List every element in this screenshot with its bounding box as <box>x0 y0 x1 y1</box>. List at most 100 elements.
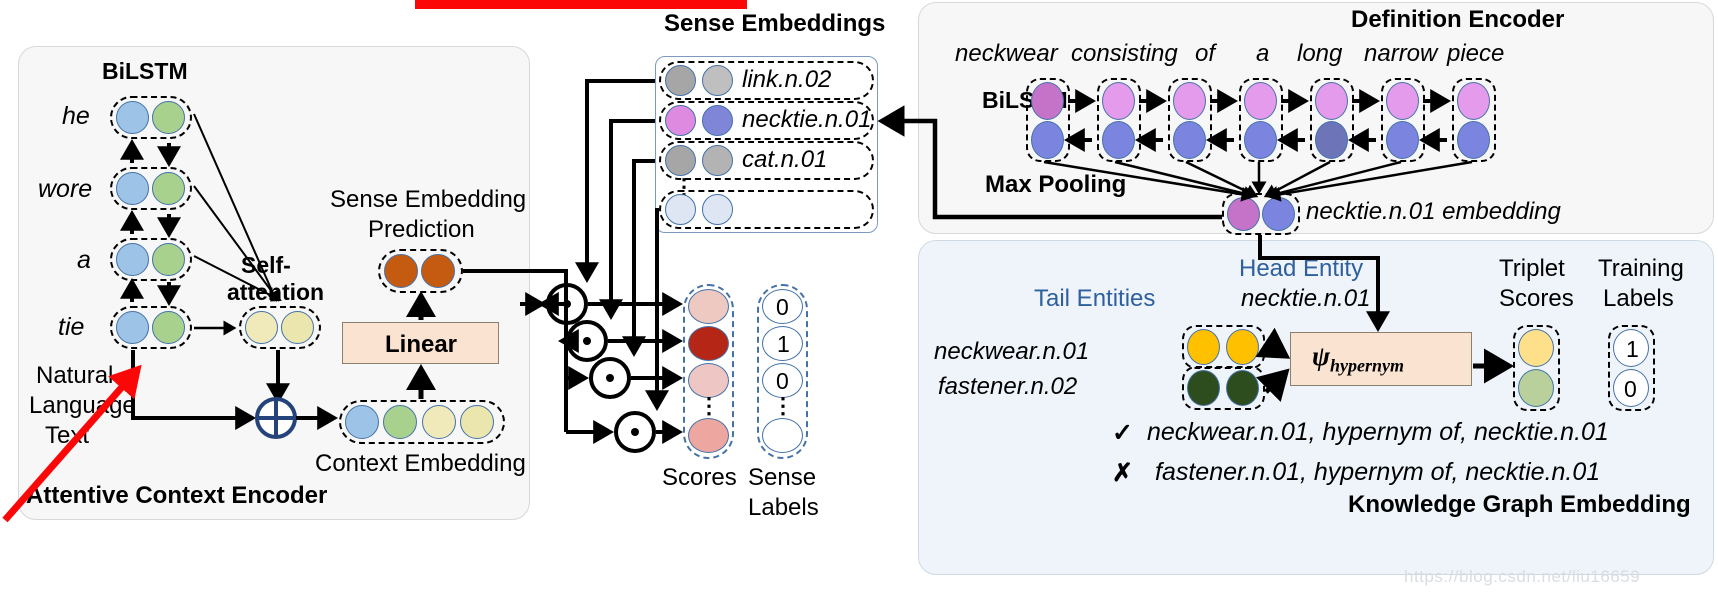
definition-word-2: consisting <box>1071 40 1178 67</box>
training-label-value-2: 0 <box>1624 376 1637 402</box>
definition-bwd-circle-7 <box>1457 121 1490 159</box>
sense-labels-ellipsis: ⋮ <box>772 393 794 418</box>
tail-entity-label-1: neckwear.n.01 <box>934 338 1090 365</box>
definition-word-5: long <box>1297 40 1343 67</box>
natural-language-text-line1: Natural <box>36 362 114 389</box>
context-embedding-circle-4 <box>460 405 494 439</box>
triplet-score-circle-2 <box>1518 369 1554 407</box>
tail-entity-label-2: fastener.n.02 <box>938 373 1078 400</box>
prediction-circle-2 <box>421 254 455 288</box>
definition-bwd-circle-4 <box>1244 121 1277 159</box>
fact-text-2: fastener.n.01, hypernym of, necktie.n.01 <box>1155 458 1601 486</box>
sense-row-label-3: cat.n.01 <box>742 146 828 173</box>
bilstm-fwd-circle-tie <box>116 311 149 344</box>
bilstm-fwd-circle-he <box>116 101 149 134</box>
definition-word-1: neckwear <box>955 40 1058 67</box>
sense-label-value-3: 0 <box>776 368 789 394</box>
definition-fwd-circle-2 <box>1102 82 1135 120</box>
red-highlight-bar <box>415 0 747 9</box>
definition-fwd-circle-6 <box>1386 82 1419 120</box>
token-label-tie: tie <box>58 313 85 341</box>
necktie-embedding-circle-1 <box>1227 197 1260 231</box>
training-label-value-1: 1 <box>1626 336 1639 362</box>
sense-row-label-1: link.n.02 <box>742 66 832 93</box>
score-circle-2 <box>688 326 729 361</box>
sense-label-value-1: 0 <box>776 294 789 320</box>
dot-operator-3-dot <box>606 374 614 382</box>
context-embedding-circle-3 <box>422 405 456 439</box>
fact-text-1: neckwear.n.01, hypernym of, necktie.n.01 <box>1147 418 1609 446</box>
triplet-scores-label-line1: Triplet <box>1499 255 1565 282</box>
attention-circle-1 <box>245 311 278 344</box>
definition-fwd-circle-3 <box>1173 82 1206 120</box>
sense-row-label-2: necktie.n.01 <box>742 106 872 133</box>
definition-bwd-circle-6 <box>1386 121 1419 159</box>
linear-label: Linear <box>385 331 458 358</box>
natural-language-text-line2: Language <box>29 392 136 419</box>
self-attention-label-line1: Self- <box>241 252 291 278</box>
prediction-circle-1 <box>384 254 418 288</box>
sense-label-value-2: 1 <box>777 331 790 357</box>
sense-circle-1a <box>665 65 696 96</box>
sense-circle-4a <box>665 194 696 225</box>
sense-embedding-prediction-line2: Prediction <box>368 216 475 243</box>
definition-bwd-circle-5 <box>1315 121 1348 159</box>
psi-subscript: hypernym <box>1330 355 1405 376</box>
tail-entity-circle-2a <box>1187 370 1220 406</box>
definition-fwd-circle-5 <box>1315 82 1348 120</box>
fact-mark-1: ✓ <box>1112 419 1133 447</box>
training-labels-label-line2: Labels <box>1603 285 1674 312</box>
definition-encoder-label: Definition Encoder <box>1351 6 1565 33</box>
bilstm-bwd-circle-tie <box>152 311 185 344</box>
tail-entities-label: Tail Entities <box>1034 285 1156 312</box>
bilstm-bwd-circle-a <box>152 243 185 276</box>
head-entity-value: necktie.n.01 <box>1241 285 1371 312</box>
bilstm-bwd-circle-he <box>152 101 185 134</box>
attentive-context-encoder-label: Attentive Context Encoder <box>26 482 328 509</box>
context-embedding-circle-1 <box>345 405 379 439</box>
tail-entity-circle-1b <box>1226 329 1259 365</box>
bilstm-label-left: BiLSTM <box>102 58 188 84</box>
triplet-scores-label-line2: Scores <box>1499 285 1574 312</box>
psi-hypernym-label: ψhypernym <box>1312 341 1404 376</box>
definition-word-7: piece <box>1447 40 1505 67</box>
token-label-wore: wore <box>38 175 93 203</box>
diagram-canvas: BiLSTM he wore a tie Self- attention Sen… <box>0 0 1718 598</box>
definition-fwd-circle-1 <box>1031 82 1064 120</box>
scores-label: Scores <box>662 464 737 491</box>
necktie-embedding-circle-2 <box>1262 197 1295 231</box>
score-circle-4 <box>688 418 729 453</box>
token-label-he: he <box>62 102 90 130</box>
attention-circle-2 <box>281 311 314 344</box>
token-label-a: a <box>77 246 91 274</box>
fact-mark-2: ✗ <box>1112 459 1133 487</box>
context-embedding-circle-2 <box>383 405 417 439</box>
tail-entity-circle-2b <box>1226 370 1259 406</box>
triplet-score-circle-1 <box>1518 329 1554 367</box>
sense-embeddings-title: Sense Embeddings <box>664 10 886 37</box>
dot-operator-2-dot <box>583 337 591 345</box>
scores-ellipsis: ⋮ <box>698 393 720 418</box>
bilstm-bwd-circle-wore <box>152 172 185 205</box>
definition-bwd-circle-3 <box>1173 121 1206 159</box>
training-labels-label-line1: Training <box>1598 255 1684 282</box>
sense-circle-2a <box>665 105 696 136</box>
definition-fwd-circle-4 <box>1244 82 1277 120</box>
necktie-embedding-label: necktie.n.01 embedding <box>1306 198 1561 225</box>
sense-circle-1b <box>702 65 733 96</box>
knowledge-graph-embedding-label: Knowledge Graph Embedding <box>1348 491 1691 518</box>
dot-operator-1-dot <box>563 300 571 308</box>
definition-bwd-circle-2 <box>1102 121 1135 159</box>
natural-language-text-line3: Text <box>45 422 90 449</box>
sense-labels-label-line1: Sense <box>748 464 817 491</box>
definition-fwd-circle-7 <box>1457 82 1490 120</box>
context-embedding-label: Context Embedding <box>315 450 526 477</box>
bilstm-fwd-circle-a <box>116 243 149 276</box>
score-circle-1 <box>688 289 729 324</box>
definition-word-3: of <box>1195 40 1216 67</box>
self-attention-label-line2: attention <box>227 279 325 305</box>
sense-embedding-prediction-line1: Sense Embedding <box>330 186 527 213</box>
definition-word-4: a <box>1256 40 1270 67</box>
psi-symbol: ψ <box>1312 341 1331 371</box>
tail-entity-circle-1a <box>1187 329 1220 365</box>
